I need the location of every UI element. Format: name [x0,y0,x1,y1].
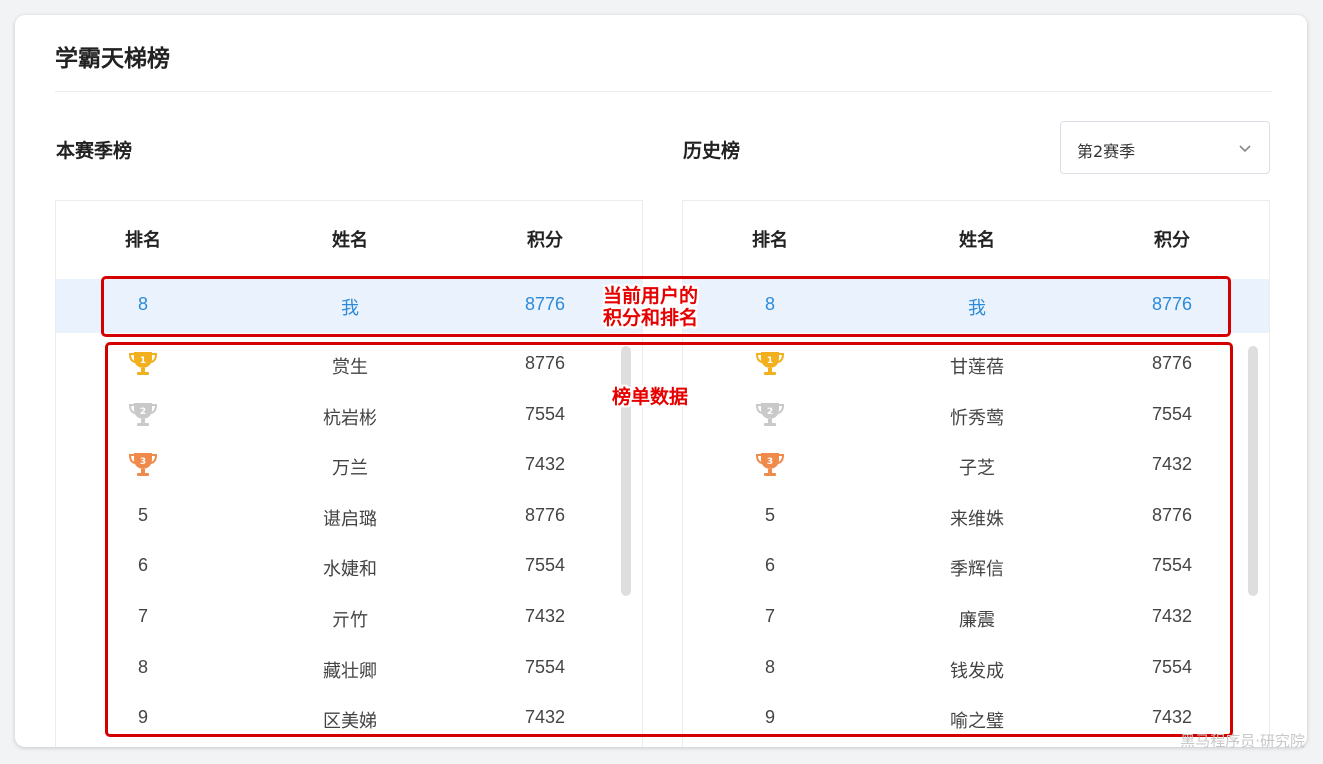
current-user-annotation-label: 当前用户的 积分和排名 [603,285,698,329]
header-name: 姓名 [959,230,995,251]
list-data-annotation-label: 榜单数据 [612,386,689,408]
header-rank: 排名 [125,230,161,251]
title-divider [55,91,1272,92]
page-title: 学霸天梯榜 [55,46,170,72]
header-name: 姓名 [332,230,368,251]
history-title: 历史榜 [683,140,741,162]
header-score: 积分 [527,230,563,251]
scrollbar[interactable] [1248,346,1258,596]
chevron-down-icon [1239,145,1251,153]
season-select[interactable]: 第2赛季 [1060,121,1270,174]
current-season-title: 本赛季榜 [56,140,133,162]
table-header: 排名 姓名 积分 [683,201,1269,278]
annotation-line-1: 当前用户的 [603,285,699,307]
watermark: 黑马程序员·研究院 [1180,732,1305,750]
table-header: 排名 姓名 积分 [56,201,642,278]
header-rank: 排名 [752,230,788,251]
annotation-line-2: 积分和排名 [603,307,699,329]
season-select-value: 第2赛季 [1077,142,1136,161]
header-score: 积分 [1154,230,1190,251]
